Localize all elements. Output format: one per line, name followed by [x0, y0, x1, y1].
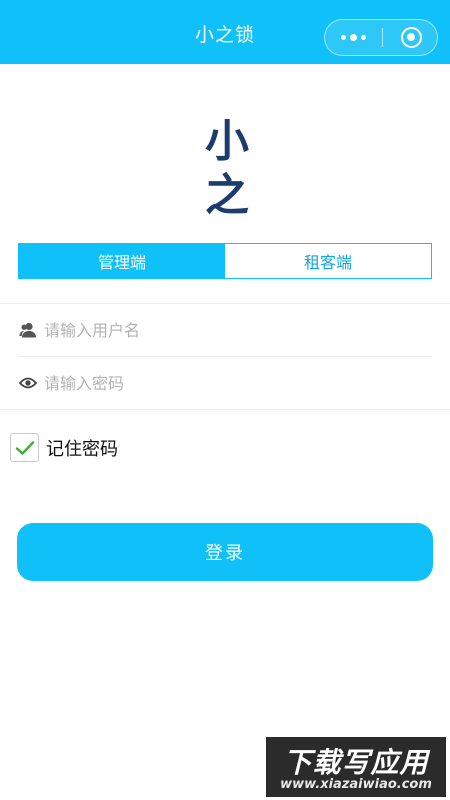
username-row [18, 304, 432, 356]
watermark-logo: 下载写应用 www.xiazaiwiao.com [266, 737, 446, 797]
checkmark-icon [15, 440, 34, 455]
divider [0, 409, 450, 410]
remember-checkbox[interactable] [10, 433, 39, 462]
remember-password[interactable]: 记住密码 [10, 432, 118, 463]
app-logo: 小之 [205, 116, 249, 221]
role-tabs: 管理端 租客端 [18, 243, 432, 279]
more-icon[interactable] [325, 20, 382, 55]
navigation-bar: 小之锁 [0, 0, 450, 64]
tab-admin[interactable]: 管理端 [19, 244, 225, 278]
tab-tenant[interactable]: 租客端 [225, 244, 431, 278]
remember-label: 记住密码 [46, 438, 118, 460]
mini-program-capsule [324, 19, 438, 56]
more-dot [361, 35, 366, 40]
eye-icon [18, 373, 38, 393]
more-dot [341, 35, 346, 40]
capsule-divider [382, 28, 383, 47]
login-button[interactable]: 登录 [17, 523, 433, 581]
watermark-title: 下载写应用 [283, 746, 429, 779]
password-input[interactable] [44, 373, 404, 393]
more-dot [350, 34, 357, 41]
username-input[interactable] [44, 320, 404, 340]
close-circle-icon[interactable] [401, 27, 422, 48]
user-icon [18, 320, 38, 340]
watermark-url: www.xiazaiwiao.com [280, 777, 432, 792]
password-row [18, 357, 432, 409]
